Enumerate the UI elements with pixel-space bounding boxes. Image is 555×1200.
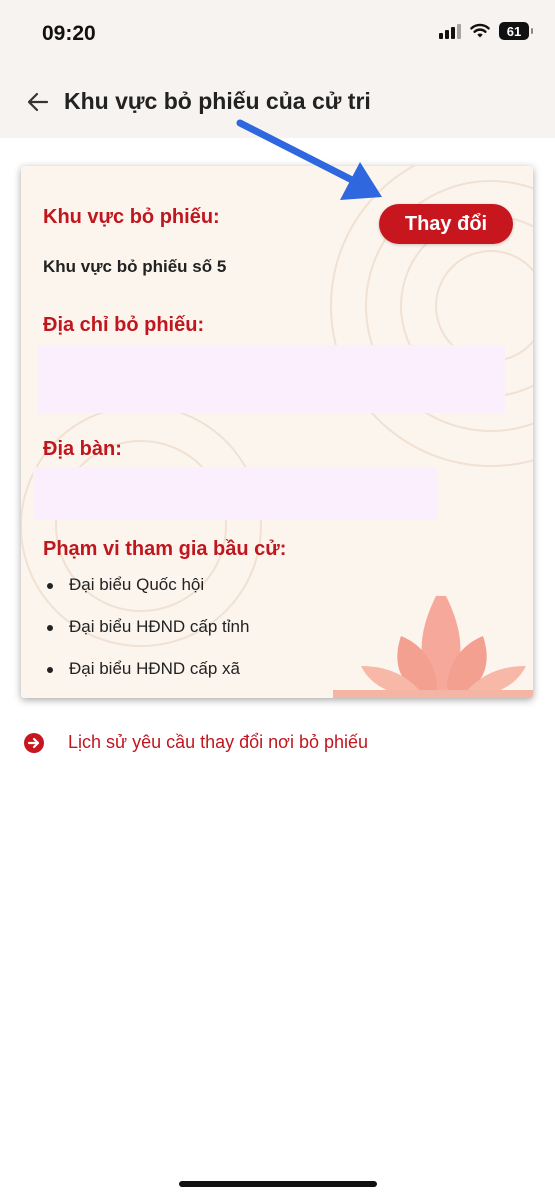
home-indicator [179, 1181, 377, 1187]
history-link-text: Lịch sử yêu cầu thay đổi nơi bỏ phiếu [68, 732, 369, 752]
scope-list: Đại biểu Quốc hội Đại biểu HĐND cấp tỉnh… [47, 572, 249, 698]
locality-value-redacted [33, 467, 437, 520]
list-item: Đại biểu HĐND cấp xã [47, 656, 249, 698]
voting-area-card: Khu vực bỏ phiếu: Thay đổi Khu vực bỏ ph… [21, 166, 533, 698]
address-label: Địa chỉ bỏ phiếu: [43, 314, 205, 336]
status-bar: 09:20 61 [0, 0, 555, 72]
change-button[interactable]: Thay đổi [379, 204, 513, 244]
status-icons: 61 [439, 22, 533, 40]
app-header: Khu vực bỏ phiếu của cử tri [0, 72, 555, 138]
address-value-redacted [38, 345, 505, 413]
bullet-icon [47, 583, 53, 589]
list-item: Đại biểu Quốc hội [47, 572, 249, 614]
page-title: Khu vực bỏ phiếu của cử tri [64, 88, 371, 114]
bullet-icon [47, 667, 53, 673]
locality-label: Địa bàn: [43, 438, 122, 460]
area-value: Khu vực bỏ phiếu số 5 [43, 257, 227, 276]
wifi-icon [470, 23, 490, 38]
lotus-icon [361, 596, 526, 698]
signal-icon [439, 23, 461, 39]
scope-label: Phạm vi tham gia bầu cử: [43, 538, 287, 560]
status-time: 09:20 [42, 22, 96, 45]
list-item: Đại biểu HĐND cấp tỉnh [47, 614, 249, 656]
history-link[interactable]: Lịch sử yêu cầu thay đổi nơi bỏ phiếu [24, 732, 368, 753]
arrow-right-circle-icon [24, 732, 44, 753]
battery-icon: 61 [499, 22, 533, 40]
bullet-icon [47, 625, 53, 631]
area-label: Khu vực bỏ phiếu: [43, 206, 220, 228]
back-arrow-icon[interactable] [22, 86, 54, 118]
